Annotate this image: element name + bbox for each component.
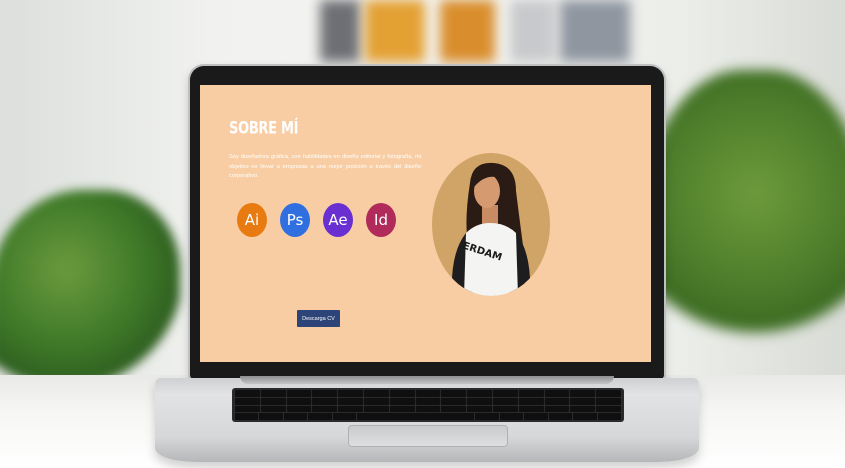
photoshop-icon: Ps bbox=[280, 203, 310, 237]
keyboard-key bbox=[235, 413, 259, 420]
indesign-icon: Id bbox=[366, 203, 396, 237]
keyboard-key bbox=[415, 390, 441, 397]
keyboard-key bbox=[363, 390, 389, 397]
plant-left bbox=[0, 190, 180, 390]
keyboard-key bbox=[544, 390, 570, 397]
keyboard-key bbox=[235, 390, 260, 397]
trackpad bbox=[348, 425, 508, 447]
keyboard-key bbox=[338, 397, 363, 405]
keyboard-key bbox=[570, 405, 596, 413]
keyboard-key bbox=[467, 390, 492, 397]
profile-photo: ERDAM bbox=[432, 153, 550, 296]
keyboard-key bbox=[415, 397, 441, 405]
keyboard-key bbox=[389, 405, 415, 413]
keyboard-key bbox=[415, 405, 441, 413]
keyboard-key bbox=[518, 405, 544, 413]
keyboard-key bbox=[338, 390, 363, 397]
keyboard-key bbox=[570, 397, 596, 405]
keyboard-key bbox=[235, 397, 260, 405]
keyboard-key bbox=[441, 405, 467, 413]
keyboard-key bbox=[338, 405, 363, 413]
keyboard-key bbox=[475, 413, 499, 420]
keyboard-key bbox=[312, 397, 338, 405]
plant-right bbox=[645, 70, 845, 380]
keyboard-key bbox=[467, 405, 492, 413]
keyboard-key bbox=[441, 390, 467, 397]
keyboard-key bbox=[544, 397, 570, 405]
keyboard-key bbox=[570, 390, 596, 397]
keyboard-key bbox=[363, 405, 389, 413]
keyboard-key bbox=[260, 397, 286, 405]
laptop-hinge bbox=[240, 376, 614, 384]
keyboard-key bbox=[286, 397, 312, 405]
keyboard-key bbox=[389, 397, 415, 405]
keyboard-key bbox=[596, 390, 621, 397]
after-effects-icon: Ae bbox=[323, 203, 353, 237]
bookshelf-books bbox=[440, 0, 495, 62]
keyboard-row bbox=[235, 413, 621, 420]
keyboard-key bbox=[235, 405, 260, 413]
about-paragraph: Soy diseñadora gráfica, con habilidades … bbox=[229, 154, 421, 179]
keyboard-key bbox=[260, 405, 286, 413]
keyboard-key bbox=[573, 413, 597, 420]
keyboard-key bbox=[596, 405, 621, 413]
keyboard-key bbox=[308, 413, 332, 420]
laptop-screen: SOBRE MÍ Soy diseñadora gráfica, con hab… bbox=[200, 85, 651, 362]
keyboard-key bbox=[544, 405, 570, 413]
keyboard bbox=[232, 388, 624, 422]
bookshelf-books bbox=[365, 0, 425, 62]
section-title: SOBRE MÍ bbox=[229, 119, 299, 139]
keyboard-key bbox=[518, 397, 544, 405]
keyboard-key bbox=[312, 390, 338, 397]
keyboard-row bbox=[235, 405, 621, 413]
keyboard-key bbox=[441, 397, 467, 405]
keyboard-key bbox=[389, 390, 415, 397]
keyboard-key bbox=[492, 405, 518, 413]
keyboard-key bbox=[363, 397, 389, 405]
keyboard-key bbox=[286, 390, 312, 397]
keyboard-key bbox=[499, 413, 524, 420]
keyboard-key bbox=[492, 390, 518, 397]
illustrator-icon: Ai bbox=[237, 203, 267, 237]
keyboard-key bbox=[597, 413, 621, 420]
keyboard-key bbox=[286, 405, 312, 413]
download-cv-button[interactable]: Descarga CV bbox=[297, 310, 340, 327]
bookshelf-books bbox=[510, 0, 555, 62]
bookshelf-books bbox=[320, 0, 360, 62]
keyboard-key bbox=[259, 413, 283, 420]
keyboard-row bbox=[235, 397, 621, 405]
keyboard-key bbox=[357, 413, 475, 420]
keyboard-key bbox=[283, 413, 308, 420]
keyboard-key bbox=[518, 390, 544, 397]
keyboard-key bbox=[492, 397, 518, 405]
keyboard-key bbox=[467, 397, 492, 405]
keyboard-row bbox=[235, 390, 621, 397]
keyboard-key bbox=[548, 413, 573, 420]
bookshelf-books bbox=[560, 0, 630, 62]
software-skills: Ai Ps Ae Id bbox=[237, 203, 396, 237]
keyboard-key bbox=[312, 405, 338, 413]
keyboard-key bbox=[596, 397, 621, 405]
keyboard-key bbox=[260, 390, 286, 397]
keyboard-key bbox=[332, 413, 357, 420]
keyboard-key bbox=[524, 413, 548, 420]
